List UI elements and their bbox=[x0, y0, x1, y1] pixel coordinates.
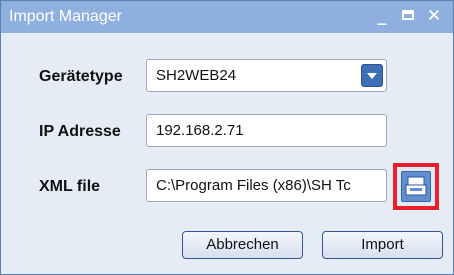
minimize-icon[interactable]: _ bbox=[371, 5, 393, 27]
ip-address-input[interactable]: 192.168.2.71 bbox=[146, 114, 387, 147]
ip-address-label: IP Adresse bbox=[39, 123, 121, 140]
xml-file-input[interactable]: C:\Program Files (x86)\SH Tc bbox=[146, 169, 387, 202]
device-type-select[interactable]: SH2WEB24 bbox=[146, 59, 387, 92]
xml-file-label: XML file bbox=[39, 178, 101, 195]
dropdown-arrow-icon[interactable] bbox=[361, 64, 383, 87]
title-bar[interactable]: Import Manager _ ✕ bbox=[1, 1, 453, 33]
cancel-button[interactable]: Abbrechen bbox=[182, 231, 303, 259]
import-button[interactable]: Import bbox=[322, 231, 443, 259]
window-title: Import Manager bbox=[9, 8, 122, 25]
device-type-value: SH2WEB24 bbox=[156, 67, 237, 84]
browse-highlight bbox=[393, 163, 439, 210]
maximize-icon[interactable] bbox=[397, 5, 419, 27]
browse-button[interactable] bbox=[401, 171, 431, 202]
import-manager-window: Import Manager _ ✕ Gerätetype SH2WEB24 I… bbox=[0, 0, 454, 275]
device-type-label: Gerätetype bbox=[39, 68, 123, 85]
close-icon[interactable]: ✕ bbox=[423, 5, 445, 27]
